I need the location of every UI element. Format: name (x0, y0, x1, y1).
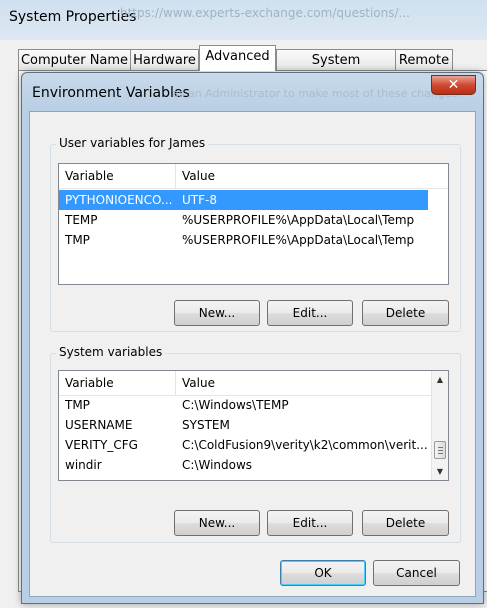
grip-line (438, 447, 443, 448)
scroll-up-arrow-icon[interactable]: ▲ (432, 371, 448, 388)
user-row-temp[interactable]: TEMP %USERPROFILE%\AppData\Local\Temp (59, 210, 448, 230)
scrollbar-thumb[interactable] (434, 441, 446, 459)
system-row-value: C:\Windows\TEMP (182, 398, 289, 412)
user-edit-button[interactable]: Edit... (267, 300, 353, 326)
tab-advanced[interactable]: Advanced (199, 45, 276, 71)
close-icon: ✕ (447, 77, 460, 93)
tab-hardware[interactable]: Hardware (130, 49, 199, 70)
user-row-value: %USERPROFILE%\AppData\Local\Temp (182, 233, 415, 247)
user-list-header: Variable Value (59, 164, 448, 189)
system-row-windir[interactable]: windir C:\Windows (59, 455, 433, 475)
background-url-text: https://www.experts-exchange.com/questio… (120, 6, 410, 20)
environment-variables-dialog: Environment Variables as an Administrato… (21, 72, 484, 604)
user-variables-label: User variables for James (56, 136, 209, 150)
system-row-variable: USERNAME (65, 418, 133, 432)
user-row-variable: TEMP (65, 213, 98, 227)
user-row-pythonioencoding[interactable]: PYTHONIOENCO... UTF-8 (59, 190, 428, 210)
system-variables-list[interactable]: Variable Value TMP C:\Windows\TEMP USERN… (58, 370, 449, 481)
user-column-variable[interactable]: Variable (59, 164, 176, 188)
user-new-button[interactable]: New... (174, 300, 260, 326)
user-variables-group: User variables for James Variable Value … (50, 136, 461, 332)
user-variables-list[interactable]: Variable Value PYTHONIOENCO... UTF-8 TEM… (58, 163, 449, 285)
grip-line (438, 453, 443, 454)
system-variables-label: System variables (56, 345, 166, 359)
dialog-body: User variables for James Variable Value … (29, 111, 476, 597)
tab-computer-name[interactable]: Computer Name (18, 49, 131, 70)
scroll-down-arrow-icon[interactable]: ▼ (432, 463, 448, 480)
system-row-value: C:\Windows (182, 458, 253, 472)
system-row-verity-cfg[interactable]: VERITY_CFG C:\ColdFusion9\verity\k2\comm… (59, 435, 433, 455)
user-row-value: UTF-8 (182, 193, 217, 207)
dialog-title: Environment Variables (32, 85, 190, 101)
system-new-button[interactable]: New... (174, 510, 260, 536)
user-row-value: %USERPROFILE%\AppData\Local\Temp (182, 213, 415, 227)
system-properties-title: System Properties (9, 9, 137, 25)
system-column-value[interactable]: Value (176, 371, 433, 395)
system-row-value: C:\ColdFusion9\verity\k2\common\verit... (182, 438, 428, 452)
system-list-scrollbar[interactable]: ▲ ▼ (431, 371, 448, 480)
system-edit-button[interactable]: Edit... (267, 510, 353, 536)
system-row-tmp[interactable]: TMP C:\Windows\TEMP (59, 395, 433, 415)
user-row-variable: PYTHONIOENCO... (65, 193, 173, 207)
system-row-variable: VERITY_CFG (65, 438, 138, 452)
cancel-button[interactable]: Cancel (373, 560, 460, 586)
grip-line (438, 450, 443, 451)
user-row-tmp[interactable]: TMP %USERPROFILE%\AppData\Local\Temp (59, 230, 448, 250)
user-row-variable: TMP (65, 233, 90, 247)
system-variables-group: System variables Variable Value TMP C:\W… (50, 345, 461, 543)
system-list-header: Variable Value (59, 371, 433, 396)
system-row-variable: windir (65, 458, 102, 472)
dialog-faded-text: as an Administrator to make most of thes… (172, 87, 461, 100)
tab-system-protection[interactable]: System Protection (276, 49, 396, 89)
ok-button[interactable]: OK (280, 560, 366, 586)
system-row-username[interactable]: USERNAME SYSTEM (59, 415, 433, 435)
user-column-value[interactable]: Value (176, 164, 448, 188)
system-row-value: SYSTEM (182, 418, 230, 432)
user-delete-button[interactable]: Delete (362, 300, 449, 326)
system-row-variable: TMP (65, 398, 90, 412)
system-delete-button[interactable]: Delete (362, 510, 449, 536)
close-button[interactable]: ✕ (431, 75, 476, 95)
tab-remote[interactable]: Remote (395, 49, 453, 70)
system-column-variable[interactable]: Variable (59, 371, 176, 395)
